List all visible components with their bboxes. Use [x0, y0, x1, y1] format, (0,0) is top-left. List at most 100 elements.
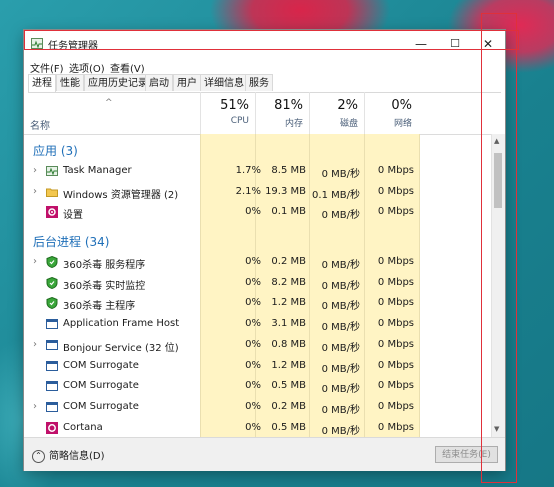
process-row[interactable]: Application Frame Host 0% 3.1 MB 0 MB/秒 0 Mb…: [24, 314, 493, 335]
disk-value: 0 MB/秒: [321, 425, 360, 437]
cpu-value: 0%: [245, 359, 261, 371]
expand-chevron-icon[interactable]: ›: [33, 339, 37, 350]
memory-value: 0.2 MB: [271, 256, 306, 267]
tab-users[interactable]: 用户: [173, 74, 201, 91]
fewer-details-label: 简略信息(D): [49, 451, 105, 462]
network-value: 0 Mbps: [377, 421, 414, 433]
process-name: COM Surrogate: [63, 400, 139, 412]
process-row[interactable]: › COM Surrogate 0% 0.2 MB 0 MB/秒 0 Mbps: [24, 397, 493, 418]
chevron-up-icon: ⌃: [32, 449, 45, 463]
process-row[interactable]: 360杀毒 实时监控 0% 8.2 MB 0 MB/秒 0 Mbps: [24, 273, 493, 294]
memory-value: 0.5 MB: [271, 380, 306, 392]
task-manager-window: 任务管理器 — ☐ ✕ 文件(F) 选项(O) 查看(V) 进程 性能 应用历史…: [24, 30, 505, 471]
app-window-icon: [46, 401, 58, 413]
cpu-value: 0%: [245, 318, 261, 330]
process-row[interactable]: 360杀毒 主程序 0% 1.2 MB 0 MB/秒 0 Mbps: [24, 293, 493, 314]
settings-gear-icon: [46, 206, 58, 219]
network-value: 0 Mbps: [377, 297, 414, 309]
memory-value: 0.1 MB: [271, 206, 306, 218]
memory-total: 81%: [274, 98, 303, 113]
fewer-details-toggle[interactable]: ⌃ 简略信息(D): [32, 447, 105, 463]
app-window-icon: [46, 339, 58, 351]
tab-details[interactable]: 详细信息: [200, 74, 248, 91]
disk-label: 磁盘: [339, 119, 358, 129]
scrollbar-thumb[interactable]: [494, 153, 502, 208]
network-value: 0 Mbps: [377, 318, 414, 330]
tab-services[interactable]: 服务: [245, 74, 273, 91]
expand-chevron-icon[interactable]: ›: [33, 186, 37, 197]
footer-bar: ⌃ 简略信息(D) 结束任务(E): [24, 437, 505, 471]
maximize-button[interactable]: ☐: [438, 30, 472, 58]
section-apps[interactable]: 应用 (3): [33, 142, 78, 159]
memory-value: 19.3 MB: [265, 185, 306, 197]
task-manager-icon: [31, 38, 43, 49]
section-background[interactable]: 后台进程 (34): [33, 233, 109, 250]
cpu-value: 0%: [245, 276, 261, 288]
process-name: Bonjour Service (32 位): [63, 342, 179, 354]
memory-value: 1.2 MB: [271, 359, 306, 371]
task-manager-icon: [46, 165, 58, 177]
scroll-down-icon[interactable]: ▼: [494, 425, 499, 433]
process-row[interactable]: COM Surrogate 0% 0.5 MB 0 MB/秒 0 Mbps: [24, 376, 493, 397]
disk-value: 0 MB/秒: [321, 384, 360, 396]
tab-performance[interactable]: 性能: [56, 74, 84, 91]
cortana-icon: [46, 421, 58, 434]
end-task-button[interactable]: 结束任务(E): [435, 446, 498, 463]
process-name: 360杀毒 实时监控: [63, 280, 146, 292]
column-header-network[interactable]: 0% 网络: [364, 92, 418, 134]
window-title: 任务管理器: [48, 41, 98, 52]
column-header-disk[interactable]: 2% 磁盘: [309, 92, 364, 134]
title-bar[interactable]: 任务管理器 — ☐ ✕: [24, 30, 505, 58]
network-value: 0 Mbps: [377, 185, 414, 197]
process-name: Application Frame Host: [63, 318, 180, 330]
memory-label: 内存: [284, 119, 303, 129]
network-value: 0 Mbps: [377, 165, 414, 176]
process-name: 360杀毒 主程序: [63, 301, 136, 313]
disk-value: 0 MB/秒: [321, 322, 360, 334]
disk-total: 2%: [337, 98, 358, 113]
column-header-cpu[interactable]: 51% CPU: [200, 92, 255, 134]
cpu-value: 1.7%: [235, 165, 261, 176]
disk-value: 0 MB/秒: [321, 260, 360, 271]
process-row[interactable]: › Windows 资源管理器 (2) 2.1% 19.3 MB 0.1 MB/秒 0 M…: [24, 182, 493, 203]
network-value: 0 Mbps: [377, 338, 414, 350]
tab-strip: 进程 性能 应用历史记录 启动 用户 详细信息 服务: [28, 74, 501, 93]
menu-options[interactable]: 选项(O): [69, 60, 105, 75]
column-header-memory[interactable]: 81% 内存: [255, 92, 309, 134]
network-total: 0%: [391, 98, 412, 113]
cpu-value: 0%: [245, 256, 261, 267]
process-name: Cortana: [63, 421, 103, 433]
disk-value: 0 MB/秒: [321, 280, 360, 292]
cpu-value: 0%: [245, 338, 261, 350]
scroll-up-icon[interactable]: ▲: [494, 137, 499, 145]
tab-startup[interactable]: 启动: [145, 74, 173, 91]
minimize-button[interactable]: —: [404, 30, 438, 58]
process-row[interactable]: › Bonjour Service (32 位) 0% 0.8 MB 0 MB/秒 0 M…: [24, 335, 493, 356]
disk-value: 0 MB/秒: [321, 169, 360, 180]
tab-processes[interactable]: 进程: [28, 74, 56, 92]
network-value: 0 Mbps: [377, 276, 414, 288]
memory-value: 1.2 MB: [271, 297, 306, 309]
folder-icon: [46, 186, 58, 198]
process-row[interactable]: Cortana 0% 0.5 MB 0 MB/秒 0 Mbps: [24, 418, 493, 439]
process-row[interactable]: 设置 0% 0.1 MB 0 MB/秒 0 Mbps: [24, 202, 493, 223]
process-row[interactable]: › 360杀毒 服务程序 0% 0.2 MB 0 MB/秒 0 Mbps: [24, 252, 493, 273]
expand-chevron-icon[interactable]: ›: [33, 165, 37, 176]
process-name: 设置: [63, 210, 83, 222]
tab-app-history[interactable]: 应用历史记录: [84, 74, 152, 91]
process-row[interactable]: › Task Manager 1.7% 8.5 MB 0 MB/秒 0 Mbps: [24, 161, 493, 182]
expand-chevron-icon[interactable]: ›: [33, 401, 37, 412]
disk-value: 0.1 MB/秒: [312, 189, 360, 201]
app-window-icon: [46, 380, 58, 392]
menu-file[interactable]: 文件(F): [30, 60, 64, 75]
memory-value: 0.5 MB: [271, 421, 306, 433]
vertical-scrollbar[interactable]: ▲ ▼: [491, 134, 505, 437]
close-button[interactable]: ✕: [471, 30, 505, 58]
process-row[interactable]: COM Surrogate 0% 1.2 MB 0 MB/秒 0 Mbps: [24, 356, 493, 377]
menu-view[interactable]: 查看(V): [110, 60, 145, 75]
network-value: 0 Mbps: [377, 400, 414, 412]
menu-bar: 文件(F) 选项(O) 查看(V): [24, 58, 505, 75]
shield-icon: [46, 255, 58, 269]
expand-chevron-icon[interactable]: ›: [33, 256, 37, 267]
column-header-name[interactable]: 名称: [30, 117, 50, 132]
